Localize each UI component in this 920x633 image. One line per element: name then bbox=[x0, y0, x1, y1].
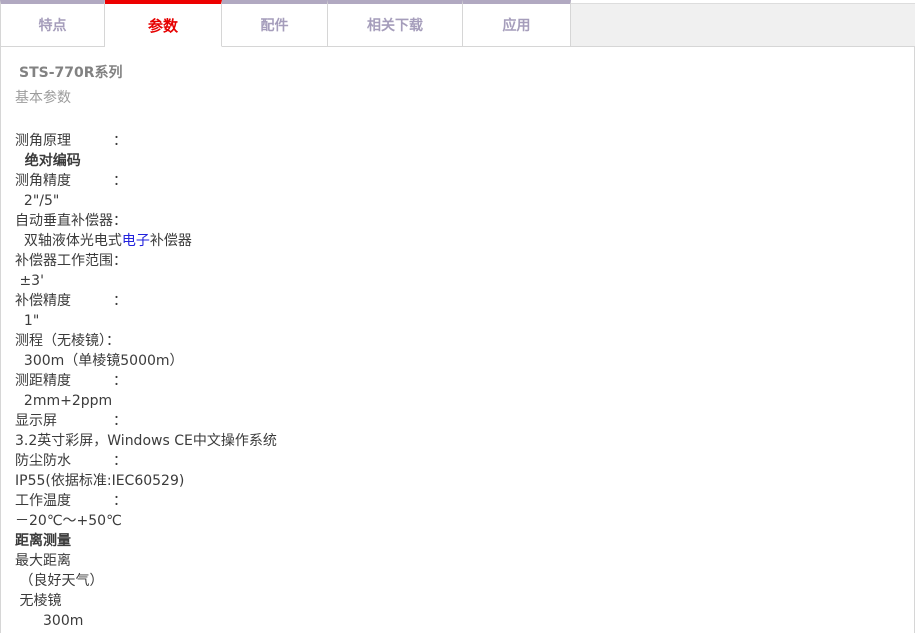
tab-label: 特点 bbox=[39, 15, 67, 35]
spec-text: 测程（无棱镜）： bbox=[15, 333, 120, 349]
tab-label: 应用 bbox=[503, 15, 531, 35]
spec-text: 300m bbox=[15, 613, 83, 629]
content-panel: STS-770R系列 基本参数 测角原理 ： 绝对编码测角精度 ： 2"/5" 自… bbox=[0, 47, 915, 633]
spec-line: 距离测量 bbox=[15, 531, 914, 551]
spec-line: 2mm+2ppm bbox=[15, 391, 914, 411]
spec-line: 300m（单棱镜5000m） bbox=[15, 351, 914, 371]
spec-text: 测角精度 ： bbox=[15, 173, 127, 189]
spec-line: 显示屏 ： bbox=[15, 411, 914, 431]
tab-parameters[interactable]: 参数 bbox=[105, 0, 222, 47]
spec-line: 3.2英寸彩屏，Windows CE中文操作系统 bbox=[15, 431, 914, 451]
spec-line: 300m bbox=[15, 611, 914, 631]
spec-text: 测角原理 ： bbox=[15, 133, 127, 149]
page-title: STS-770R系列 bbox=[19, 63, 914, 83]
tab-features[interactable]: 特点 bbox=[0, 0, 105, 47]
spec-text: －20℃～+50℃ bbox=[15, 513, 122, 529]
spec-line: 防尘防水 ： bbox=[15, 451, 914, 471]
spec-line: 补偿精度 ： bbox=[15, 291, 914, 311]
spec-line: 绝对编码 bbox=[15, 151, 914, 171]
spec-text: 工作温度 ： bbox=[15, 493, 127, 509]
tab-downloads[interactable]: 相关下载 bbox=[328, 0, 463, 47]
spec-line: 双轴液体光电式电子补偿器 bbox=[15, 231, 914, 251]
spec-text: 1" bbox=[15, 313, 39, 329]
spec-line: 工作温度 ： bbox=[15, 491, 914, 511]
tab-filler bbox=[571, 3, 915, 47]
spec-line: 1" bbox=[15, 311, 914, 331]
tab-accessories[interactable]: 配件 bbox=[222, 0, 328, 47]
tab-label: 配件 bbox=[261, 15, 289, 35]
spec-text: 绝对编码 bbox=[15, 153, 81, 169]
spec-line: －20℃～+50℃ bbox=[15, 511, 914, 531]
spec-text: 300m（单棱镜5000m） bbox=[15, 353, 184, 369]
spec-line: 2"/5" bbox=[15, 191, 914, 211]
tab-label: 参数 bbox=[148, 15, 178, 36]
spec-text: 补偿器 bbox=[150, 233, 192, 249]
spec-text: 补偿器工作范围： bbox=[15, 253, 127, 269]
spec-text: IP55(依据标准:IEC60529) bbox=[15, 473, 184, 489]
spec-text: 双轴液体光电式 bbox=[15, 233, 122, 249]
spec-text: 防尘防水 ： bbox=[15, 453, 127, 469]
spec-text: 2"/5" bbox=[15, 193, 59, 209]
spec-text: 补偿精度 ： bbox=[15, 293, 127, 309]
spec-line: IP55(依据标准:IEC60529) bbox=[15, 471, 914, 491]
spec-text: ±3' bbox=[15, 273, 44, 289]
spec-line: 补偿器工作范围： bbox=[15, 251, 914, 271]
spec-line: 测距精度 ： bbox=[15, 371, 914, 391]
spec-text: （良好天气） bbox=[15, 573, 103, 589]
spec-line: 无棱镜 bbox=[15, 591, 914, 611]
spec-text: 最大距离 bbox=[15, 553, 71, 569]
tab-applications[interactable]: 应用 bbox=[463, 0, 571, 47]
spec-text: 3.2英寸彩屏，Windows CE中文操作系统 bbox=[15, 433, 277, 449]
spec-line: 自动垂直补偿器： bbox=[15, 211, 914, 231]
spec-text: 自动垂直补偿器： bbox=[15, 213, 127, 229]
spec-line: 测角原理 ： bbox=[15, 131, 914, 151]
tab-label: 相关下载 bbox=[367, 15, 423, 35]
spec-text: 测距精度 ： bbox=[15, 373, 127, 389]
spec-line: 最大距离 bbox=[15, 551, 914, 571]
spec-text: 显示屏 ： bbox=[15, 413, 127, 429]
spec-text: 无棱镜 bbox=[15, 593, 61, 609]
spec-list: 测角原理 ： 绝对编码测角精度 ： 2"/5" 自动垂直补偿器： 双轴液体光电式电… bbox=[15, 131, 914, 631]
spec-link[interactable]: 电子 bbox=[122, 233, 150, 249]
spec-line: ±3' bbox=[15, 271, 914, 291]
tab-bar: 特点 参数 配件 相关下载 应用 bbox=[0, 0, 920, 47]
spec-text: 距离测量 bbox=[15, 533, 71, 549]
section-subtitle: 基本参数 bbox=[15, 88, 914, 108]
spec-text: 2mm+2ppm bbox=[15, 393, 112, 409]
spec-line: 测角精度 ： bbox=[15, 171, 914, 191]
spec-line: 测程（无棱镜）： bbox=[15, 331, 914, 351]
spec-line: （良好天气） bbox=[15, 571, 914, 591]
